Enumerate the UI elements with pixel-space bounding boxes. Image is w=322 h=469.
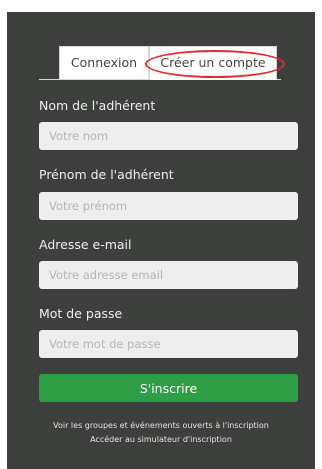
signup-submit-button[interactable]: S'inscrire: [39, 374, 298, 402]
password-label: Mot de passe: [39, 306, 123, 321]
tab-signup[interactable]: Créer un compte: [149, 46, 277, 80]
first-name-label: Prénom de l'adhérent: [39, 167, 174, 182]
first-name-input[interactable]: [39, 192, 298, 220]
auth-tabs: Connexion Créer un compte: [39, 46, 285, 80]
last-name-label: Nom de l'adhérent: [39, 98, 156, 113]
password-input[interactable]: [39, 330, 298, 358]
signup-simulator-link[interactable]: Accéder au simulateur d'inscription: [7, 434, 315, 445]
tab-login[interactable]: Connexion: [59, 46, 149, 80]
email-input[interactable]: [39, 261, 298, 289]
signup-panel: Connexion Créer un compte Nom de l'adhér…: [7, 12, 315, 469]
last-name-input[interactable]: [39, 122, 298, 150]
groups-events-link[interactable]: Voir les groupes et événements ouverts à…: [7, 420, 315, 431]
email-label: Adresse e-mail: [39, 237, 132, 252]
